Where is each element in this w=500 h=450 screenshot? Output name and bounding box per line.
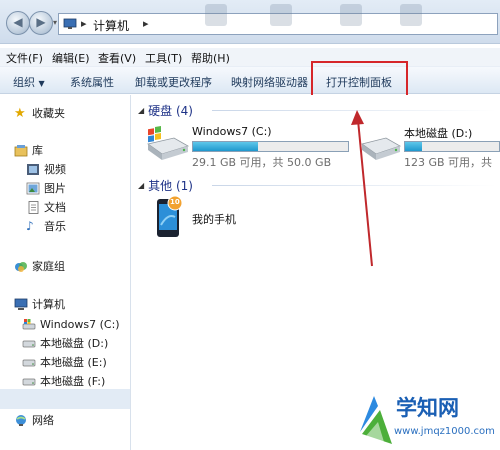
nav-pictures[interactable]: 图片 (26, 179, 66, 197)
watermark-logo-icon (360, 396, 392, 444)
nav-documents[interactable]: 文档 (26, 198, 66, 216)
menu-edit[interactable]: 编辑(E) (52, 50, 90, 66)
nav-homegroup-label: 家庭组 (32, 260, 65, 273)
collapse-triangle-icon: ◢ (138, 106, 145, 115)
nav-network-label: 网络 (32, 414, 54, 427)
hard-drives-header-label: 硬盘 (4) (148, 104, 193, 118)
group-divider (212, 110, 497, 111)
nav-drive-c[interactable]: Windows7 (C:) (22, 315, 120, 333)
background-icon (270, 4, 292, 26)
computer-icon (63, 18, 77, 29)
nav-drive-e[interactable]: 本地磁盘 (E:) (22, 353, 107, 371)
windows-drive-icon (147, 126, 190, 160)
menu-tools[interactable]: 工具(T) (145, 50, 182, 66)
recent-pages-dropdown[interactable]: ▾ (53, 18, 57, 27)
nav-network[interactable]: 网络 (14, 411, 54, 429)
nav-drive-c-label: Windows7 (C:) (40, 317, 120, 331)
organize-button[interactable]: 组织 ▼ (13, 74, 45, 90)
nav-drive-e-label: 本地磁盘 (E:) (40, 356, 107, 369)
nav-libraries[interactable]: 库 (14, 141, 43, 159)
video-icon (27, 163, 39, 175)
music-icon: ♪ (26, 218, 34, 233)
nav-computer-label: 计算机 (32, 298, 65, 311)
nav-favorites[interactable]: ★ 收藏夹 (14, 104, 65, 122)
watermark: 学知网 www.jmqz1000.com (356, 392, 500, 450)
network-icon (16, 414, 26, 426)
hard-drives-group-header[interactable]: ◢ 硬盘 (4) (138, 102, 193, 119)
address-toolbar: ◀ ▶ ▾ ▸ 计算机 ▸ (0, 0, 500, 44)
nav-pictures-label: 图片 (44, 182, 66, 195)
chevron-down-icon: ▼ (38, 79, 45, 88)
nav-homegroup[interactable]: 家庭组 (14, 257, 65, 275)
group-divider (212, 185, 497, 186)
star-icon: ★ (14, 105, 26, 121)
menu-bar: 文件(F) 编辑(E) 查看(V) 工具(T) 帮助(H) (0, 48, 500, 66)
drive-c-usage-fill (193, 142, 258, 151)
map-network-drive-button[interactable]: 映射网络驱动器 (231, 74, 308, 90)
phone-name: 我的手机 (192, 213, 236, 226)
nav-videos-label: 视频 (44, 163, 66, 176)
nav-videos[interactable]: 视频 (26, 160, 66, 178)
windows-drive-icon (22, 318, 36, 329)
hard-drive-icon (22, 340, 36, 347)
system-properties-button[interactable]: 系统属性 (70, 74, 114, 90)
homegroup-icon (15, 261, 27, 272)
hard-drive-icon (22, 378, 36, 385)
nav-drive-d[interactable]: 本地磁盘 (D:) (22, 334, 108, 352)
drive-d-free-space: 123 GB 可用，共 (404, 156, 493, 169)
drive-c-free-space: 29.1 GB 可用，共 50.0 GB (192, 156, 332, 169)
back-button[interactable]: ◀ (6, 11, 30, 35)
nav-favorites-label: 收藏夹 (32, 107, 65, 120)
nav-drive-f[interactable]: 本地磁盘 (F:) (22, 372, 105, 390)
nav-computer[interactable]: 计算机 (14, 295, 65, 313)
nav-music[interactable]: ♪ 音乐 (26, 217, 66, 235)
nav-drive-f-label: 本地磁盘 (F:) (40, 375, 106, 388)
menu-help[interactable]: 帮助(H) (191, 50, 230, 66)
nav-documents-label: 文档 (44, 201, 66, 214)
drive-d-usage-fill (405, 142, 422, 151)
nav-libraries-label: 库 (32, 144, 43, 157)
other-group-header[interactable]: ◢ 其他 (1) (138, 177, 193, 194)
nav-music-label: 音乐 (44, 220, 66, 233)
command-bar: 组织 ▼ 系统属性 卸载或更改程序 映射网络驱动器 打开控制面板 (0, 66, 500, 94)
background-icon (340, 4, 362, 26)
breadcrumb-separator[interactable]: ▸ (143, 17, 149, 30)
watermark-title: 学知网 (396, 396, 459, 420)
collapse-triangle-icon: ◢ (138, 181, 145, 190)
hard-drive-icon (22, 359, 36, 366)
selected-item-background (0, 389, 130, 409)
watermark-url: www.jmqz1000.com (394, 426, 495, 437)
uninstall-program-button[interactable]: 卸载或更改程序 (135, 74, 212, 90)
breadcrumb-computer[interactable]: 计算机 (93, 17, 129, 34)
menu-file[interactable]: 文件(F) (6, 50, 43, 66)
back-arrow-icon: ◀ (13, 15, 23, 29)
drive-d-usage-bar (404, 141, 500, 152)
library-icon (14, 144, 28, 156)
other-header-label: 其他 (1) (148, 179, 193, 193)
background-icon (205, 4, 227, 26)
forward-button[interactable]: ▶ (29, 11, 53, 35)
document-icon (28, 200, 39, 214)
computer-icon (14, 298, 28, 310)
background-icon (400, 4, 422, 26)
navigation-pane: ★ 收藏夹 库 视频 图片 文档 ♪ 音乐 家庭组 计算机 Windows7 (… (0, 95, 131, 450)
breadcrumb-separator[interactable]: ▸ (81, 17, 87, 30)
menu-view[interactable]: 查看(V) (98, 50, 136, 66)
drive-c-name: Windows7 (C:) (192, 125, 272, 138)
phone-badge-count: 10 (170, 198, 180, 206)
forward-arrow-icon: ▶ (36, 15, 46, 29)
organize-label: 组织 (13, 76, 35, 89)
nav-drive-d-label: 本地磁盘 (D:) (40, 337, 109, 350)
drive-c-usage-bar (192, 141, 349, 152)
drive-d-name: 本地磁盘 (D:) (404, 127, 473, 140)
hard-drive-icon (361, 137, 401, 160)
picture-icon (26, 182, 40, 194)
